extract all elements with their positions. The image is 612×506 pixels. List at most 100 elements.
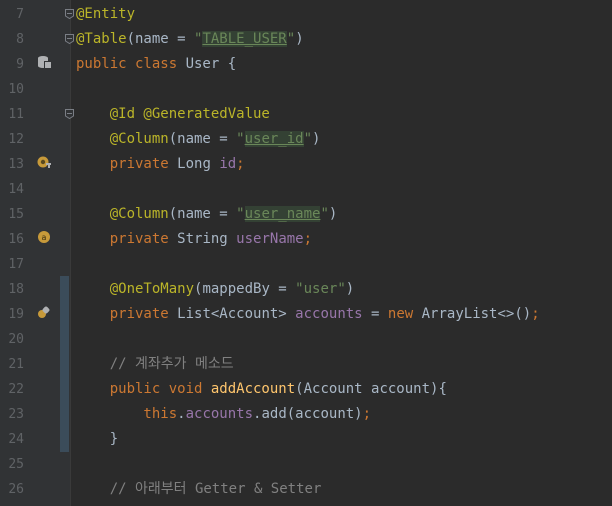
code-line[interactable]: 16 private String userName; [0,227,612,252]
code-line[interactable]: 25 [0,452,612,477]
code-token: (name = [126,31,195,47]
line-number[interactable]: 9 [0,52,24,77]
code-line[interactable]: 18 @OneToMany(mappedBy = "user") [0,277,612,302]
code-token: ; [362,406,372,422]
svg-text:a: a [42,233,47,242]
code-line[interactable]: 15 @Column(name = "user_name") [0,202,612,227]
code-token: " [236,131,245,147]
code-token: public void [76,381,211,397]
code-text[interactable]: private List<Account> accounts = new Arr… [76,302,540,327]
code-token: accounts [185,406,254,422]
code-token: ; [303,231,313,247]
code-token: id [219,156,237,172]
code-line[interactable]: 26 // 아래부터 Getter & Setter [0,477,612,502]
line-number[interactable]: 26 [0,477,24,502]
code-token: (mappedBy = [194,281,296,297]
code-line[interactable]: 22 public void addAccount(Account accoun… [0,377,612,402]
line-number[interactable]: 14 [0,177,24,202]
code-editor[interactable]: 7 @Entity 8 @Table(name = "TABLE_USER") 9 pub… [0,0,612,506]
code-text[interactable]: @Table(name = "TABLE_USER") [76,27,304,52]
line-number[interactable]: 25 [0,452,24,477]
line-number[interactable]: 8 [0,27,24,52]
fold-start-icon[interactable] [65,34,74,44]
code-line[interactable]: 12 @Column(name = "user_id") [0,127,612,152]
code-text[interactable]: public class User { [76,52,236,77]
line-number[interactable]: 11 [0,102,24,127]
code-token: " [320,206,329,222]
code-token: private [76,156,178,172]
database-table-icon[interactable] [37,55,51,69]
line-number[interactable]: 18 [0,277,24,302]
code-token: ArrayList<>() [421,306,532,322]
line-number[interactable]: 20 [0,327,24,352]
code-token: = [362,306,388,322]
code-line[interactable]: 8 @Table(name = "TABLE_USER") [0,27,612,52]
code-token: TABLE_USER [202,31,287,47]
code-line[interactable]: 17 [0,252,612,277]
code-token: // 계좌추가 메소드 [76,356,234,372]
line-number[interactable]: 16 [0,227,24,252]
code-line[interactable]: 19 private List<Account> accounts = new … [0,302,612,327]
code-token: this [76,406,178,422]
line-number[interactable]: 17 [0,252,24,277]
code-token: .add(account) [253,406,363,422]
code-text[interactable]: private String userName; [76,227,312,252]
code-text[interactable]: } [76,427,118,452]
code-token: Long [177,156,220,172]
line-number[interactable]: 12 [0,127,24,152]
code-token: ) [345,281,355,297]
line-number[interactable]: 22 [0,377,24,402]
code-token: @OneToMany [76,281,195,297]
code-token: @Column [76,131,169,147]
code-token: (name = [168,131,237,147]
code-token: String [177,231,237,247]
line-number[interactable]: 13 [0,152,24,177]
line-number[interactable]: 10 [0,77,24,102]
code-line[interactable]: 23 this.accounts.add(account); [0,402,612,427]
code-token: @Table [76,31,127,47]
code-token: "user" [295,281,346,297]
code-line[interactable]: 13 private Long id; [0,152,612,177]
code-token: } [76,431,119,447]
fold-start-icon[interactable] [65,109,74,119]
code-token: ; [531,306,540,322]
code-text[interactable]: private Long id; [76,152,245,177]
code-token: ) [312,131,321,147]
code-token: " [303,131,313,147]
code-text[interactable]: this.accounts.add(account); [76,402,371,427]
code-text[interactable]: // 계좌추가 메소드 [76,352,234,377]
code-token: ) [328,206,338,222]
code-line[interactable]: 24 } [0,427,612,452]
primary-key-icon[interactable] [37,155,51,169]
code-text[interactable]: public void addAccount(Account account){ [76,377,447,402]
line-number[interactable]: 15 [0,202,24,227]
code-text[interactable]: @Entity [76,2,135,27]
line-number[interactable]: 24 [0,427,24,452]
code-token: " [286,31,296,47]
code-line[interactable]: 21 // 계좌추가 메소드 [0,352,612,377]
code-text[interactable]: @Column(name = "user_id") [76,127,320,152]
code-line[interactable]: 20 [0,327,612,352]
relation-link-icon[interactable] [37,305,51,319]
code-line[interactable]: 10 [0,77,612,102]
line-number[interactable]: 7 [0,2,24,27]
code-text[interactable]: @Column(name = "user_name") [76,202,337,227]
code-token: (name = [168,206,237,222]
code-line[interactable]: 14 [0,177,612,202]
code-token: @Entity [76,6,136,22]
code-text[interactable]: // 아래부터 Getter & Setter [76,477,322,502]
code-token: ; [236,156,245,172]
line-number[interactable]: 19 [0,302,24,327]
code-token: User { [185,56,237,72]
code-text[interactable]: @OneToMany(mappedBy = "user") [76,277,354,302]
code-token: (Account account){ [295,381,447,397]
code-line[interactable]: 7 @Entity [0,2,612,27]
code-text[interactable]: @Id @GeneratedValue [76,102,270,127]
fold-start-icon[interactable] [65,9,74,19]
code-line[interactable]: 9 public class User { [0,52,612,77]
code-token: // 아래부터 Getter & Setter [76,481,322,497]
column-field-icon[interactable]: a [37,230,51,244]
line-number[interactable]: 21 [0,352,24,377]
code-line[interactable]: 11 @Id @GeneratedValue [0,102,612,127]
line-number[interactable]: 23 [0,402,24,427]
